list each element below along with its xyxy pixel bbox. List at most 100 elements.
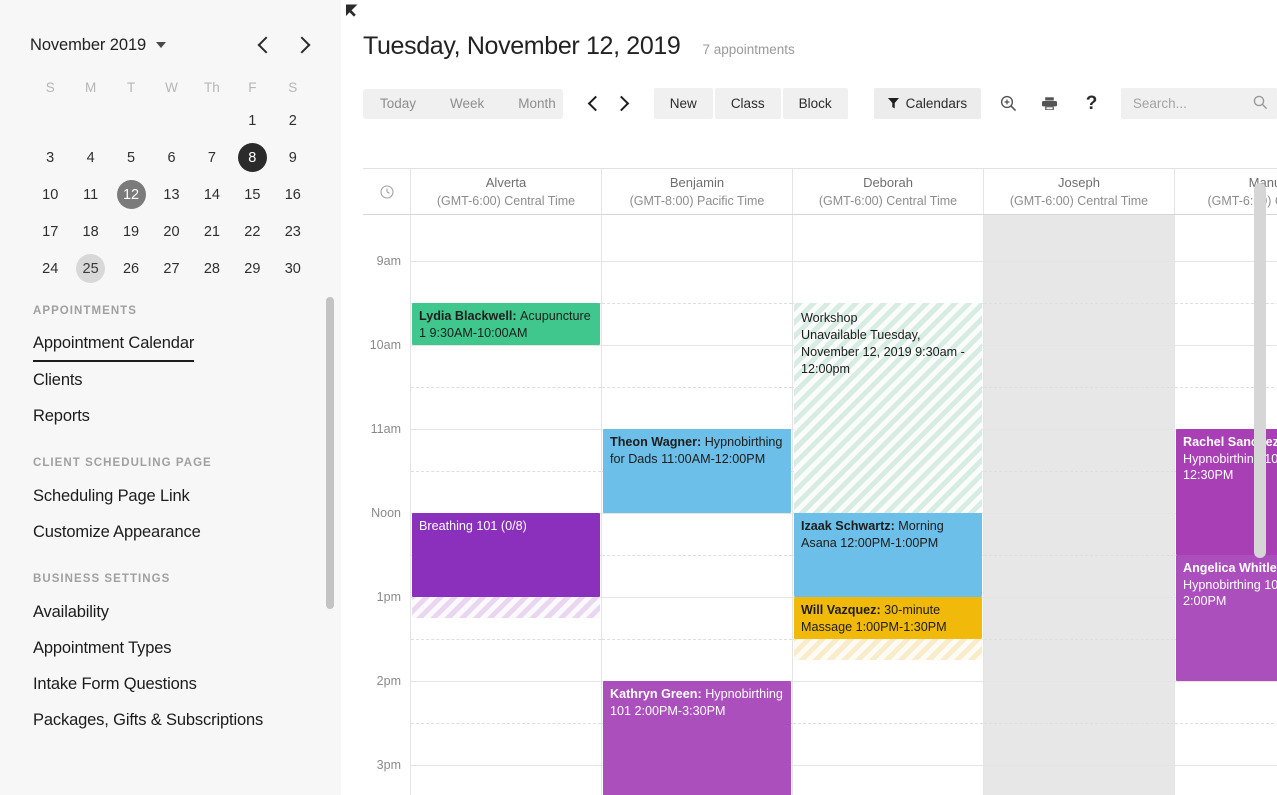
mini-calendar-day-11[interactable]: 11 [76,180,105,209]
hour-gridline [1175,765,1277,766]
appointment-time: 2:00PM-3:30PM [634,703,726,718]
search-box[interactable] [1120,88,1277,119]
block-button[interactable]: Block [782,88,848,119]
half-hour-gridline [602,303,792,304]
mini-calendar-day-1[interactable]: 1 [238,106,267,135]
sidebar-item-packages-gifts-subscriptions[interactable]: Packages, Gifts & Subscriptions [33,702,263,738]
mini-calendar-day-7[interactable]: 7 [197,143,226,172]
sidebar-item-scheduling-page-link[interactable]: Scheduling Page Link [33,478,190,514]
mini-calendar-day-cell: 14 [192,176,232,213]
sidebar-item-appointment-calendar[interactable]: Appointment Calendar [33,326,194,362]
help-button[interactable]: ? [1077,89,1106,119]
view-month-button[interactable]: Month [501,89,563,119]
mini-calendar-day-5[interactable]: 5 [117,143,146,172]
mini-calendar-day-23[interactable]: 23 [278,217,307,246]
mini-calendar-day-16[interactable]: 16 [278,180,307,209]
mini-calendar-day-15[interactable]: 15 [238,180,267,209]
appointment-block[interactable]: Izaak Schwartz: Morning Asana 12:00PM-1:… [794,513,982,597]
calendar-column-header-deborah[interactable]: Deborah (GMT-6:00) Central Time [793,169,984,214]
half-hour-gridline [411,639,601,640]
mini-calendar-day-19[interactable]: 19 [117,217,146,246]
chevron-left-icon[interactable] [255,35,273,55]
chevron-right-icon[interactable] [295,35,313,55]
next-day-button[interactable] [615,90,631,118]
mini-calendar-day-cell: 12 [111,176,151,213]
appointment-block[interactable]: Kathryn Green: Hypnobirthing 101 2:00PM-… [603,681,791,795]
sidebar-item-intake-form-questions[interactable]: Intake Form Questions [33,666,197,702]
appointment-block[interactable]: Theon Wagner: Hypnobirthing for Dads 11:… [603,429,791,513]
sidebar-scrollbar[interactable] [326,297,334,609]
timezone-clock-header [363,169,411,214]
appointment-block[interactable]: Lydia Blackwell: Acupuncture 1 9:30AM-10… [412,303,600,345]
mini-calendar-day-30[interactable]: 30 [278,254,307,283]
mini-calendar-day-8[interactable]: 8 [237,143,267,172]
mini-calendar-day-3[interactable]: 3 [36,143,65,172]
calendar-block-unavailable[interactable]: Workshop Unavailable Tuesday, November 12… [794,303,982,513]
mini-calendar-day-17[interactable]: 17 [36,217,65,246]
calendar-column-deborah[interactable]: Workshop Unavailable Tuesday, November 12… [793,215,984,795]
date-nav-group [585,90,631,118]
mini-calendar-day-27[interactable]: 27 [157,254,186,283]
mini-calendar-day-14[interactable]: 14 [197,180,226,209]
sidebar-item-appointment-types[interactable]: Appointment Types [33,630,172,666]
prev-day-button[interactable] [585,90,601,118]
hour-label: 1pm [376,590,401,604]
calendar-column-benjamin[interactable]: Theon Wagner: Hypnobirthing for Dads 11:… [602,215,793,795]
mini-calendar-nav [255,35,313,55]
mini-calendar-day-2[interactable]: 2 [278,106,307,135]
view-segment-control: Today Week Month [363,88,563,119]
hour-gridline [602,345,792,346]
print-button[interactable] [1036,89,1065,119]
appointment-text: Will Vazquez: 30-minute Massage 1:00PM-1… [801,602,975,635]
sidebar-group-title: APPOINTMENTS [33,305,137,317]
mini-calendar-day-28[interactable]: 28 [197,254,226,283]
new-button[interactable]: New [653,88,713,119]
view-today-button[interactable]: Today [363,89,433,119]
mini-calendar-day-12[interactable]: 12 [116,180,146,209]
calendar-column-joseph[interactable] [984,215,1175,795]
sidebar-item-row: Scheduling Page Link [33,478,341,514]
calendar-column-alverta[interactable]: Lydia Blackwell: Acupuncture 1 9:30AM-10… [411,215,602,795]
hour-gridline [984,681,1174,682]
main-panel: Tuesday, November 12, 2019 7 appointment… [341,0,1277,795]
mini-calendar-day-13[interactable]: 13 [157,180,186,209]
mini-calendar-weekday: S [288,80,298,95]
mini-calendar-day-22[interactable]: 22 [238,217,267,246]
appointment-block[interactable]: Will Vazquez: 30-minute Massage 1:00PM-1… [794,597,982,639]
mini-calendar-day-4[interactable]: 4 [76,143,105,172]
hour-gridline [984,597,1174,598]
calendar-column-header-joseph[interactable]: Joseph (GMT-6:00) Central Time [984,169,1175,214]
mini-calendar-day-24[interactable]: 24 [36,254,65,283]
mini-calendar-day-20[interactable]: 20 [157,217,186,246]
calendar-column-header-benjamin[interactable]: Benjamin (GMT-8:00) Pacific Time [602,169,793,214]
mini-calendar-day-9[interactable]: 9 [278,143,307,172]
appointment-block[interactable]: Angelica Whitley: Hypnobirthing 101 12:3… [1176,555,1277,681]
sidebar-item-customize-appearance[interactable]: Customize Appearance [33,514,201,550]
calendar-column-name: Benjamin [669,175,725,190]
mini-calendar-day-21[interactable]: 21 [197,217,226,246]
caret-down-icon[interactable] [156,42,167,48]
mini-calendar-day-empty [117,106,146,135]
calendars-filter-button[interactable]: Calendars [873,88,982,119]
hour-gridline [411,681,601,682]
mini-calendar-day-18[interactable]: 18 [76,217,105,246]
class-button[interactable]: Class [714,88,781,119]
sidebar-item-reports[interactable]: Reports [33,398,90,434]
zoom-button[interactable] [994,89,1023,119]
mini-calendar-month-label[interactable]: November 2019 [30,36,146,55]
calendar-column-name: Deborah [863,175,913,190]
mini-calendar-day-10[interactable]: 10 [36,180,65,209]
mini-calendar-day-26[interactable]: 26 [117,254,146,283]
calendar-scrollbar[interactable] [1254,183,1266,558]
mini-calendar-day-29[interactable]: 29 [238,254,267,283]
mini-calendar-day-25[interactable]: 25 [76,254,106,283]
appointment-block[interactable]: Breathing 101 (0/8) [412,513,600,597]
view-week-button[interactable]: Week [433,89,501,119]
mini-calendar-day-6[interactable]: 6 [157,143,186,172]
mini-calendar-week: 10 11 12 13 14 15 16 [30,176,313,213]
mini-calendar: November 2019 S M T W Th F S 1 2 3 4 5 6 7 8 9 10 11 12 13… [0,0,341,287]
sidebar-item-clients[interactable]: Clients [33,362,83,398]
hour-label: 3pm [376,758,401,772]
calendar-column-header-alverta[interactable]: Alverta (GMT-6:00) Central Time [411,169,602,214]
sidebar-item-availability[interactable]: Availability [33,594,109,630]
